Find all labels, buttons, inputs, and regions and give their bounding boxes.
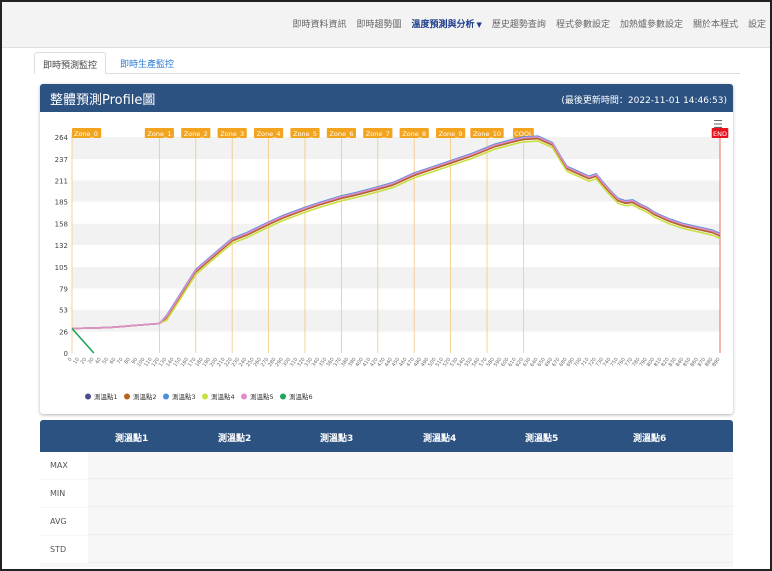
zone-label: END — [713, 130, 727, 138]
nav-item-label: 關於本程式 — [692, 20, 738, 30]
stats-col-4: 測溫點4 — [423, 434, 457, 444]
caret-down-icon: ▼ — [476, 21, 482, 29]
stats-row-label: MIN — [40, 480, 88, 507]
panel-title: 整體預測Profile圖 — [50, 93, 156, 108]
legend-label-1: 測溫點1 — [94, 392, 118, 401]
chart-area: 0 26 53 79 105 132 158 185 211 237 264 Zone_0 Zone_1… — [40, 112, 733, 414]
legend-label-3: 測溫點3 — [172, 392, 196, 401]
stats-col-1: 測溫點1 — [115, 434, 149, 444]
nav-item-2[interactable]: 溫度預測與分析 ▼ — [412, 17, 482, 30]
series-line-6 — [71, 327, 95, 354]
zone-label: Zone_0 — [74, 130, 98, 138]
zone-label: Zone_3 — [220, 130, 244, 138]
stats-row-std: STD — [40, 536, 733, 563]
y-tick-label: 53 — [59, 307, 68, 315]
stats-col-3: 測溫點3 — [320, 434, 354, 444]
y-tick-label: 105 — [55, 264, 68, 272]
stats-row-max: MAX — [40, 452, 733, 479]
hamburger-icon[interactable]: ☰ — [713, 118, 723, 131]
legend-label-2: 測溫點2 — [133, 392, 157, 401]
nav-item-label: 溫度預測與分析 — [411, 20, 475, 30]
legend-marker — [124, 393, 130, 400]
x-tick-label: 890 — [711, 357, 721, 368]
y-tick-label: 158 — [55, 221, 68, 229]
nav-item-label: 程式參數設定 — [555, 20, 610, 30]
profile-chart-panel: 整體預測Profile圖 (最後更新時間：2022-11-01 14:46:53… — [40, 84, 733, 414]
nav-item-7[interactable]: 設定 — [748, 17, 766, 30]
stats-col-2: 測溫點2 — [218, 434, 252, 444]
y-tick-label: 237 — [55, 156, 68, 164]
nav-item-label: 即時資料資訊 — [292, 20, 347, 30]
chart-band — [72, 267, 720, 289]
zone-label: Zone_5 — [293, 130, 317, 138]
chart-band — [72, 223, 720, 245]
tab-bar: 即時預測監控 即時生產監控 — [34, 50, 740, 74]
nav-item-5[interactable]: 加熱爐參數設定 — [620, 17, 683, 30]
stats-row-avg: AVG — [40, 508, 733, 535]
y-tick-label: 26 — [59, 329, 68, 337]
panel-header: 整體預測Profile圖 (最後更新時間：2022-11-01 14:46:53… — [40, 84, 733, 112]
zone-label: Zone_4 — [257, 130, 281, 138]
legend-marker — [241, 393, 247, 400]
y-tick-label: 264 — [55, 134, 69, 142]
nav-item-label: 即時趨勢圖 — [356, 20, 402, 30]
nav-item-label: 歷史趨勢查詢 — [491, 20, 546, 30]
nav-item-4[interactable]: 程式參數設定 — [556, 17, 610, 30]
stats-row-label: MAX — [40, 452, 88, 479]
nav-item-0[interactable]: 即時資料資訊 — [292, 17, 346, 30]
legend-marker — [202, 393, 208, 400]
y-tick-label: 79 — [59, 285, 68, 293]
legend-label-4: 測溫點4 — [211, 392, 235, 401]
y-tick-label: 185 — [55, 199, 68, 207]
stats-table: 測溫點1 測溫點2 測溫點3 測溫點4 測溫點5 測溫點6 MAX MIN AV… — [40, 420, 733, 567]
y-tick-label: 0 — [64, 350, 68, 358]
stats-col-5: 測溫點5 — [525, 434, 559, 444]
zone-label: Zone_1 — [147, 130, 171, 138]
legend-marker — [280, 393, 286, 400]
zone-label: Zone_8 — [402, 130, 426, 138]
zone-label: Zone_2 — [184, 130, 208, 138]
stats-header: 測溫點1 測溫點2 測溫點3 測溫點4 測溫點5 測溫點6 — [40, 420, 733, 452]
legend-marker — [163, 393, 169, 400]
last-updated-label: (最後更新時間：2022-11-01 14:46:53) — [561, 96, 727, 106]
profile-chart: 0 26 53 79 105 132 158 185 211 237 264 Zone_0 Zone_1… — [55, 128, 729, 401]
nav-item-1[interactable]: 即時趨勢圖 — [357, 17, 402, 30]
legend-label-5: 測溫點5 — [250, 392, 274, 401]
zone-label: Zone_6 — [329, 130, 353, 138]
stats-row-label: STD — [40, 536, 88, 563]
nav-item-label: 設定 — [747, 20, 766, 30]
nav-item-6[interactable]: 關於本程式 — [693, 17, 738, 30]
y-tick-label: 132 — [55, 242, 68, 250]
tab-realtime-prediction[interactable]: 即時預測監控 — [34, 52, 107, 74]
zone-label: Zone_7 — [366, 130, 390, 138]
top-navbar: 即時資料資訊 即時趨勢圖 溫度預測與分析 ▼ 歷史趨勢查詢 程式參數設定 加熱爐參數設定 關於… — [2, 2, 770, 48]
zone-label: Zone_9 — [439, 130, 463, 138]
legend-label-6: 測溫點6 — [289, 392, 313, 401]
stats-row-min: MIN — [40, 480, 733, 507]
nav-item-label: 加熱爐參數設定 — [619, 20, 683, 30]
stats-body: MAX MIN AVG STD — [40, 452, 733, 567]
zone-label: Zone_10 — [473, 130, 501, 138]
tab-realtime-production[interactable]: 即時生產監控 — [112, 52, 182, 74]
legend-marker — [85, 393, 91, 400]
y-tick-label: 211 — [55, 177, 68, 185]
stats-row-label: AVG — [40, 508, 88, 535]
app-window: 即時資料資訊 即時趨勢圖 溫度預測與分析 ▼ 歷史趨勢查詢 程式參數設定 加熱爐參數設定 關於… — [0, 0, 772, 571]
chart-band — [72, 137, 720, 160]
stats-col-6: 測溫點6 — [633, 434, 667, 444]
nav-item-3[interactable]: 歷史趨勢查詢 — [492, 17, 546, 30]
nav-menu: 即時資料資訊 即時趨勢圖 溫度預測與分析 ▼ 歷史趨勢查詢 程式參數設定 加熱爐參數設定 關於… — [292, 17, 766, 30]
